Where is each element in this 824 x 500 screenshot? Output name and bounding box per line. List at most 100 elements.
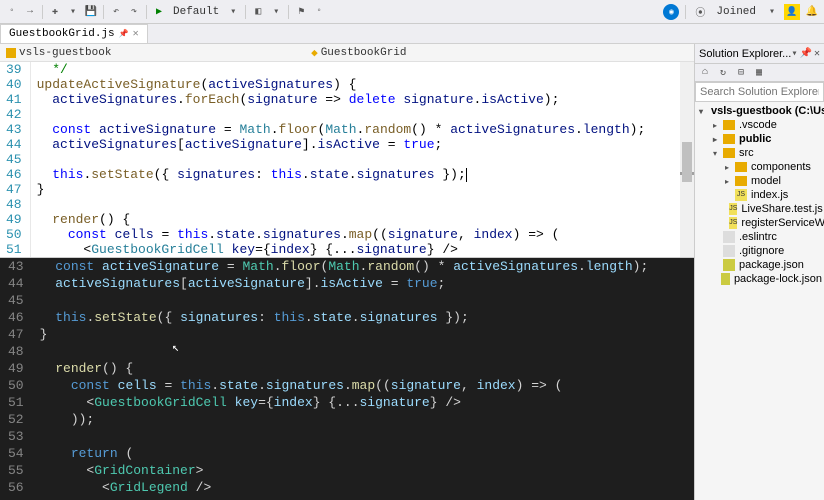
tree-item[interactable]: JSLiveShare.test.js <box>695 202 824 216</box>
js-file-icon: JS <box>735 189 747 201</box>
tree-item-label: LiveShare.test.js <box>741 203 822 215</box>
pin-icon[interactable]: 📌 <box>119 29 129 39</box>
separator <box>685 5 686 19</box>
breadcrumb: vsls-guestbook ◆ GuestbookGrid <box>0 44 694 62</box>
tab-label: GuestbookGrid.js <box>9 28 115 40</box>
tree-item-label: components <box>751 161 811 173</box>
redo-icon[interactable]: ↷ <box>126 4 142 20</box>
code-area[interactable]: */updateActiveSignature(activeSignatures… <box>31 62 652 257</box>
tree-root[interactable]: ▾ vsls-guestbook (C:\User <box>695 104 824 118</box>
tab-row: GuestbookGrid.js 📌 ✕ <box>0 24 824 44</box>
tree-item-label: model <box>751 175 781 187</box>
tree-item-label: .eslintrc <box>739 231 777 243</box>
pin-icon[interactable]: 📌 <box>800 48 812 60</box>
chevron-down-icon[interactable]: ▾ <box>225 4 241 20</box>
close-icon[interactable]: ✕ <box>814 48 820 60</box>
json-file-icon <box>721 273 730 285</box>
open-icon[interactable]: ▾ <box>65 4 81 20</box>
separator <box>288 5 289 19</box>
tree-item[interactable]: .eslintrc <box>695 230 824 244</box>
show-all-icon[interactable]: ▦ <box>751 65 767 81</box>
chevron-right-icon[interactable]: ▸ <box>711 121 719 130</box>
file-icon <box>723 245 735 257</box>
search-input[interactable] <box>695 82 824 102</box>
tree-item[interactable]: JS index.js <box>695 188 824 202</box>
misc-icon[interactable]: ▾ <box>268 4 284 20</box>
tree-item-label: src <box>739 147 754 159</box>
tree-item[interactable]: ▸ components <box>695 160 824 174</box>
misc-icon[interactable]: ◦ <box>311 4 327 20</box>
folder-icon <box>723 120 735 130</box>
save-icon[interactable]: 💾 <box>83 4 99 20</box>
tree-item[interactable]: package-lock.json <box>695 272 824 286</box>
tree-item[interactable]: JS registerServiceWor <box>695 216 824 230</box>
play-icon[interactable]: ▶ <box>151 4 167 20</box>
tree-item[interactable]: .gitignore <box>695 244 824 258</box>
solution-explorer-panel: Solution Explorer... ▾ 📌 ✕ ⌂ ↻ ⊟ ▦ ▾ vsl… <box>694 44 824 500</box>
panel-search[interactable] <box>695 82 824 102</box>
home-icon[interactable]: ⌂ <box>697 65 713 81</box>
panel-toolbar: ⌂ ↻ ⊟ ▦ <box>695 64 824 82</box>
chevron-down-icon[interactable]: ▾ <box>791 48 797 60</box>
flag-icon[interactable]: ⚑ <box>293 4 309 20</box>
js-file-icon: JS <box>729 217 737 229</box>
tree-item[interactable]: ▾ src <box>695 146 824 160</box>
tree-item-label: index.js <box>751 189 788 201</box>
scroll-thumb[interactable] <box>682 142 692 182</box>
breadcrumb-symbol[interactable]: ◆ GuestbookGrid <box>305 46 412 60</box>
misc-icon[interactable]: ◧ <box>250 4 266 20</box>
notification-icon[interactable]: 🔔 <box>804 4 820 20</box>
tree-item-label: .vscode <box>739 119 777 131</box>
chevron-down-icon[interactable]: ▾ <box>711 149 719 158</box>
tree-item[interactable]: ▸ model <box>695 174 824 188</box>
breadcrumb-project[interactable]: vsls-guestbook <box>0 47 117 59</box>
editor-pane-dark[interactable]: 4344454647484950515253545556 const activ… <box>0 258 694 500</box>
collapse-icon[interactable]: ⊟ <box>733 65 749 81</box>
chevron-down-icon[interactable]: ▾ <box>699 107 703 116</box>
tree-item-label: package-lock.json <box>734 273 822 285</box>
tree-item-label: registerServiceWor <box>741 217 824 229</box>
code-area[interactable]: const activeSignature = Math.floor(Math.… <box>34 258 655 500</box>
separator <box>146 5 147 19</box>
file-tab[interactable]: GuestbookGrid.js 📌 ✕ <box>0 24 148 43</box>
config-dropdown[interactable]: Default <box>169 6 223 18</box>
editor-pane-light[interactable]: 3940414243444546474849505152 */updateAct… <box>0 62 694 258</box>
nav-back-icon[interactable]: ◦ <box>4 4 20 20</box>
tree-item-label: .gitignore <box>739 245 784 257</box>
folder-icon <box>723 134 735 144</box>
folder-icon <box>735 176 747 186</box>
json-file-icon <box>723 259 735 271</box>
folder-icon <box>735 162 747 172</box>
tree-item-label: public <box>739 133 771 145</box>
undo-icon[interactable]: ↶ <box>108 4 124 20</box>
liveshare-icon[interactable]: ⦿ <box>692 4 708 20</box>
separator <box>245 5 246 19</box>
chevron-right-icon[interactable]: ▸ <box>723 163 731 172</box>
file-tree[interactable]: ▾ vsls-guestbook (C:\User ▸ .vscode ▸ publi… <box>695 102 824 288</box>
chevron-down-icon[interactable]: ▾ <box>764 4 780 20</box>
tree-item[interactable]: ▸ .vscode <box>695 118 824 132</box>
line-gutter: 4344454647484950515253545556 <box>0 258 34 500</box>
file-icon <box>723 231 735 243</box>
separator <box>103 5 104 19</box>
close-icon[interactable]: ✕ <box>133 28 139 40</box>
class-icon: ◆ <box>311 46 318 60</box>
panel-header: Solution Explorer... ▾ 📌 ✕ <box>695 44 824 64</box>
folder-icon <box>723 148 735 158</box>
line-gutter: 3940414243444546474849505152 <box>0 62 31 257</box>
new-icon[interactable]: ✚ <box>47 4 63 20</box>
tree-item[interactable]: ▸ public <box>695 132 824 146</box>
tree-item[interactable]: package.json <box>695 258 824 272</box>
liveshare-status[interactable]: Joined <box>712 6 760 18</box>
tree-item-label: package.json <box>739 259 804 271</box>
chevron-right-icon[interactable]: ▸ <box>711 135 719 144</box>
scrollbar[interactable] <box>680 62 694 257</box>
nav-fwd-icon[interactable]: → <box>22 4 38 20</box>
panel-title: Solution Explorer... <box>699 48 791 60</box>
user-badge-icon[interactable]: ◉ <box>663 4 679 20</box>
separator <box>42 5 43 19</box>
project-icon <box>6 48 16 58</box>
chevron-right-icon[interactable]: ▸ <box>723 177 731 186</box>
avatar-icon[interactable]: 👤 <box>784 4 800 20</box>
refresh-icon[interactable]: ↻ <box>715 65 731 81</box>
